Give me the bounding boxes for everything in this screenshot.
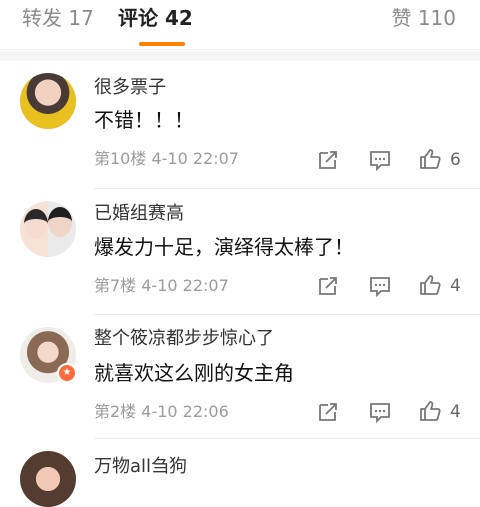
comment-icon[interactable] xyxy=(369,401,391,423)
share-icon[interactable] xyxy=(317,149,339,171)
thumbs-up-icon[interactable] xyxy=(419,148,441,170)
comment-item: 已婚组赛高 爆发力十足，演绎得太棒了！ 第7楼 4-10 22:07 4 xyxy=(0,189,480,315)
comment-username[interactable]: 整个筱凉都步步惊心了 xyxy=(94,328,274,350)
comment-username[interactable]: 很多票子 xyxy=(94,77,166,99)
thumbs-up-icon[interactable] xyxy=(419,274,441,296)
comment-meta: 第2楼 4-10 22:06 xyxy=(94,402,229,421)
tab-repost[interactable]: 转发 17 xyxy=(22,6,94,30)
comment-text: 爆发力十足，演绎得太棒了！ xyxy=(94,235,354,259)
comment-text: 就喜欢这么刚的女主角 xyxy=(94,361,294,385)
comment-icon[interactable] xyxy=(369,149,391,171)
avatar[interactable] xyxy=(20,73,76,129)
comment-meta: 第7楼 4-10 22:07 xyxy=(94,276,229,295)
comment-icon[interactable] xyxy=(369,275,391,297)
active-tab-indicator xyxy=(139,42,185,46)
avatar[interactable] xyxy=(20,201,76,257)
comment-username[interactable]: 万物all刍狗 xyxy=(94,456,187,478)
share-icon[interactable] xyxy=(317,401,339,423)
tab-likes[interactable]: 赞 110 xyxy=(391,6,456,30)
thumbs-up-icon[interactable] xyxy=(419,400,441,422)
like-count: 4 xyxy=(450,402,461,422)
avatar[interactable] xyxy=(20,451,76,507)
comment-item: 很多票子 不错！！！ 第10楼 4-10 22:07 6 xyxy=(0,61,480,189)
like-count: 4 xyxy=(450,276,461,296)
verified-badge-icon: ★ xyxy=(57,363,77,383)
tab-comments[interactable]: 评论 42 xyxy=(118,6,193,30)
section-divider xyxy=(0,51,480,61)
tab-bar: 转发 17 评论 42 赞 110 xyxy=(0,0,480,50)
comment-text: 不错！！！ xyxy=(94,108,194,132)
comment-username[interactable]: 已婚组赛高 xyxy=(94,203,184,225)
comment-item: 万物all刍狗 xyxy=(0,439,480,507)
share-icon[interactable] xyxy=(317,275,339,297)
comment-meta: 第10楼 4-10 22:07 xyxy=(94,149,239,168)
comment-item: ★ 整个筱凉都步步惊心了 就喜欢这么刚的女主角 第2楼 4-10 22:06 4 xyxy=(0,315,480,439)
like-count: 6 xyxy=(450,150,461,170)
